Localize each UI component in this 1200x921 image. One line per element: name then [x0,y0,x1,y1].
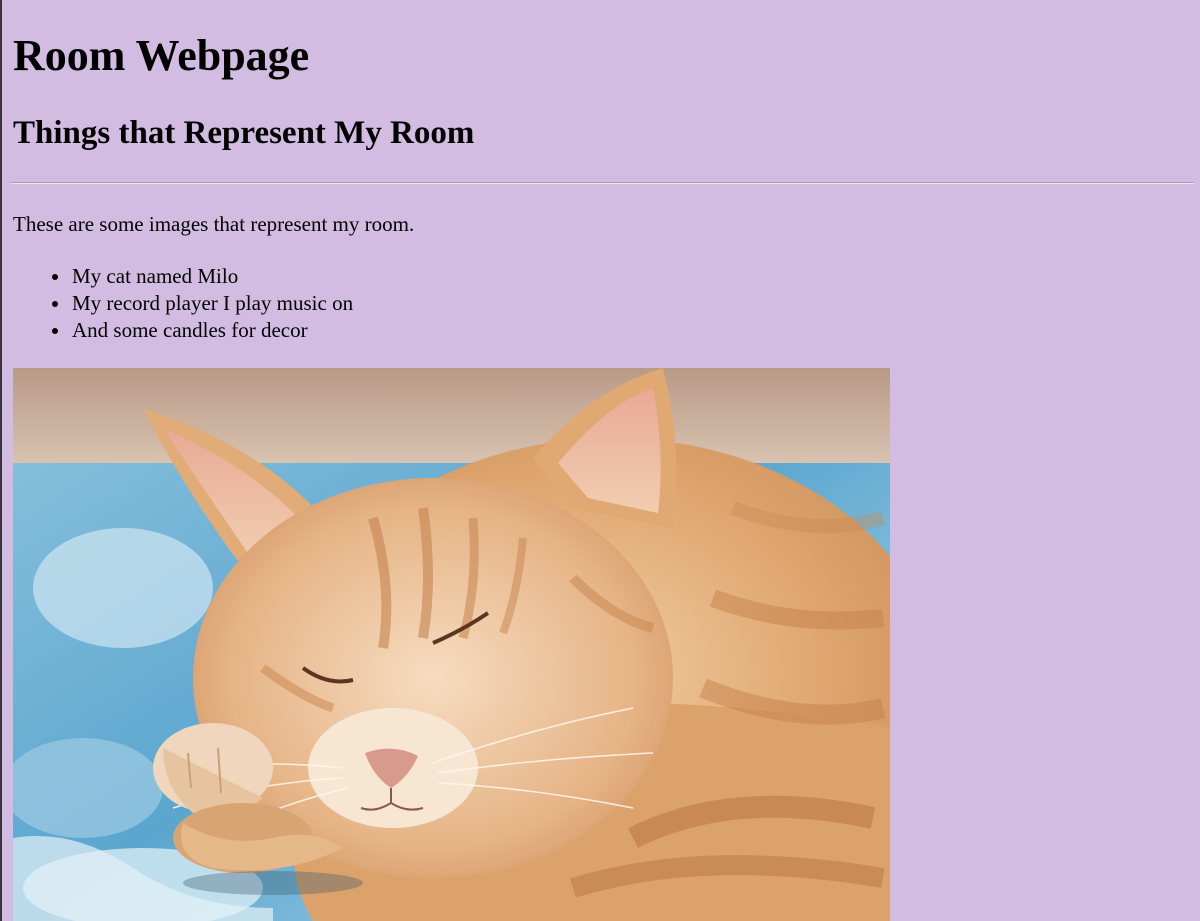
window-edge [0,0,2,921]
cat-illustration [13,368,890,921]
intro-text: These are some images that represent my … [13,212,415,236]
list-item: My cat named Milo [52,263,353,290]
room-items-list: My cat named Milo My record player I pla… [13,263,353,344]
page-subtitle: Things that Represent My Room [13,115,475,151]
cat-photo [13,368,890,921]
list-item-text: My record player I play music on [72,291,354,315]
list-item-text: And some candles for decor [72,318,308,342]
divider [11,182,1194,184]
bullet-icon [52,274,58,280]
bullet-icon [52,301,58,307]
list-item-text: My cat named Milo [72,264,239,288]
list-item: My record player I play music on [52,290,354,317]
page-title: Room Webpage [13,31,310,80]
list-item: And some candles for decor [52,317,353,344]
bullet-icon [52,328,58,334]
